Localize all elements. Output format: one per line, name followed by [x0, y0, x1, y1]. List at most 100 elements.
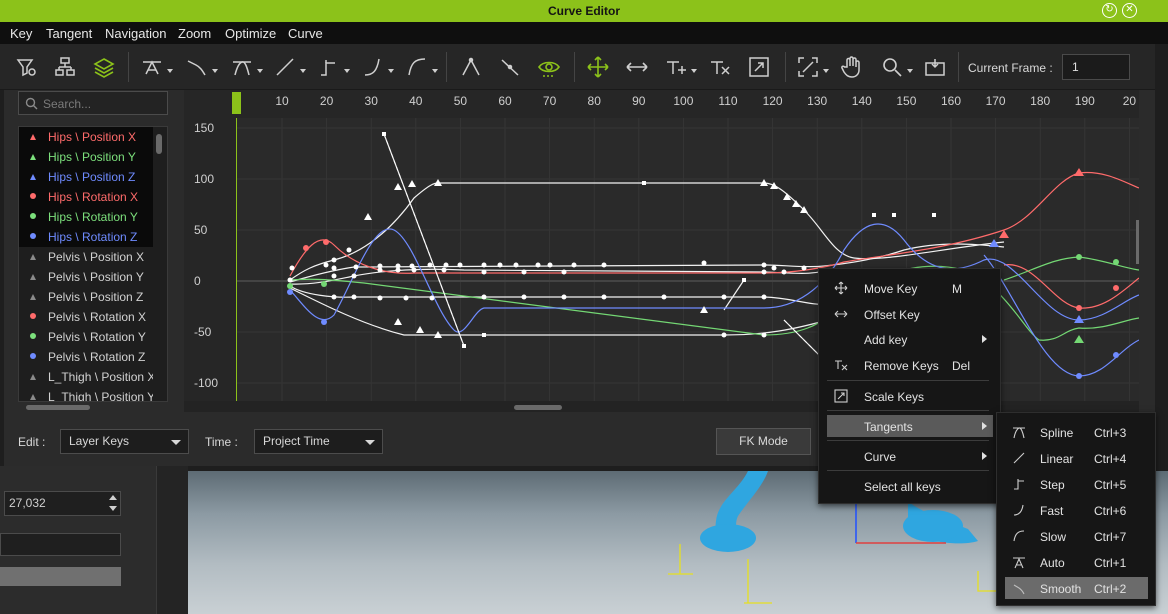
- tangent-step-icon[interactable]: [317, 55, 350, 79]
- property-slider[interactable]: [0, 567, 121, 586]
- submenu-arrow-icon: [982, 335, 987, 343]
- edit-select[interactable]: Layer Keys: [60, 429, 189, 454]
- menu-separator: [827, 440, 989, 441]
- add-key-icon[interactable]: [664, 55, 697, 79]
- track-list-hscroll[interactable]: [26, 405, 90, 410]
- break-tangent-icon[interactable]: [459, 55, 483, 79]
- track-row[interactable]: Hips \ Rotation Y: [19, 207, 153, 227]
- track-row[interactable]: Pelvis \ Position Y: [19, 267, 153, 287]
- value-tick-label: 150: [194, 121, 214, 135]
- track-row[interactable]: Pelvis \ Rotation Y: [19, 327, 153, 347]
- key-point: [481, 262, 487, 268]
- view-selected-icon[interactable]: [537, 55, 561, 79]
- key-point: [761, 294, 767, 300]
- tangent-fast-icon[interactable]: [361, 55, 394, 79]
- submenu-item-fast[interactable]: Fast Ctrl+6: [1005, 499, 1148, 521]
- submenu-item-step[interactable]: Step Ctrl+5: [1005, 473, 1148, 495]
- track-row[interactable]: L_Thigh \ Position X: [19, 367, 153, 387]
- menu-item-scale-keys[interactable]: Scale Keys: [827, 385, 993, 407]
- fit-view-icon[interactable]: [796, 55, 829, 79]
- spin-down-icon[interactable]: [109, 506, 117, 511]
- key-point: [481, 294, 487, 300]
- menu-item-offset-key[interactable]: Offset Key: [827, 303, 993, 325]
- remove-keys-icon[interactable]: [708, 55, 732, 79]
- value-spinbox[interactable]: 27,032: [4, 491, 121, 516]
- tangent-spline-icon[interactable]: [230, 55, 263, 79]
- restore-icon[interactable]: ↻: [1102, 3, 1117, 18]
- track-row[interactable]: Hips \ Position Y: [19, 147, 153, 167]
- track-row[interactable]: Pelvis \ Rotation X: [19, 307, 153, 327]
- menu-optimize[interactable]: Optimize: [225, 26, 276, 41]
- move-key-icon[interactable]: [586, 55, 610, 79]
- snapshot-icon[interactable]: [923, 55, 947, 79]
- menu-curve[interactable]: Curve: [288, 26, 323, 41]
- track-list[interactable]: Hips \ Position X Hips \ Position Y Hips \…: [18, 126, 168, 402]
- key-point: [601, 262, 607, 268]
- zoom-icon[interactable]: [880, 55, 913, 79]
- key-point: [1076, 254, 1082, 260]
- search-input[interactable]: Search...: [18, 91, 168, 115]
- key-point: [287, 283, 293, 289]
- submenu-item-label: Linear: [1040, 452, 1074, 466]
- layers-icon[interactable]: [92, 55, 116, 79]
- submenu-item-shortcut: Ctrl+2: [1094, 582, 1127, 596]
- key-point: [395, 267, 401, 273]
- menu-item-tangents[interactable]: Tangents: [827, 415, 993, 437]
- track-row[interactable]: Hips \ Rotation Z: [19, 227, 153, 247]
- menu-tangent[interactable]: Tangent: [46, 26, 92, 41]
- track-row[interactable]: Hips \ Rotation X: [19, 187, 153, 207]
- frame-tick-label: 30: [365, 94, 379, 108]
- unify-tangent-icon[interactable]: [498, 55, 522, 79]
- menu-item-add-key[interactable]: Add key: [827, 328, 993, 350]
- submenu-item-linear[interactable]: Linear Ctrl+4: [1005, 447, 1148, 469]
- key-point: [521, 269, 527, 275]
- track-row[interactable]: Pelvis \ Rotation Z: [19, 347, 153, 367]
- spin-arrows[interactable]: [106, 492, 121, 515]
- tangent-smooth-icon[interactable]: [185, 55, 218, 79]
- key-point: [1113, 259, 1119, 265]
- current-frame-input[interactable]: 1: [1062, 54, 1130, 80]
- submenu-item-slow[interactable]: Slow Ctrl+7: [1005, 525, 1148, 547]
- property-field[interactable]: [0, 533, 121, 556]
- time-label: Time :: [205, 435, 238, 449]
- key-point: [761, 269, 767, 275]
- track-list-vscroll[interactable]: [156, 134, 162, 154]
- spin-up-icon[interactable]: [109, 495, 117, 500]
- tangent-slow-icon[interactable]: [405, 55, 438, 79]
- tangent-linear-icon[interactable]: [273, 55, 306, 79]
- filter-icon[interactable]: [14, 55, 38, 79]
- track-label: Pelvis \ Position Z: [48, 290, 144, 304]
- hierarchy-icon[interactable]: [53, 55, 77, 79]
- track-row[interactable]: Hips \ Position Z: [19, 167, 153, 187]
- menu-item-select-all-keys[interactable]: Select all keys: [827, 475, 993, 497]
- submenu-item-spline[interactable]: Spline Ctrl+3: [1005, 421, 1148, 443]
- key-point: [377, 267, 383, 273]
- submenu-item-smooth[interactable]: Smooth Ctrl+2: [1005, 577, 1148, 599]
- key-point: [441, 267, 447, 273]
- track-row[interactable]: Hips \ Position X: [19, 127, 153, 147]
- submenu-item-shortcut: Ctrl+1: [1094, 556, 1127, 570]
- menu-navigation[interactable]: Navigation: [105, 26, 166, 41]
- tangent-auto-icon[interactable]: [140, 55, 173, 79]
- menu-item-move-key[interactable]: Move Key M: [827, 277, 993, 299]
- track-row[interactable]: Pelvis \ Position Z: [19, 287, 153, 307]
- frame-tick-label: 100: [673, 94, 693, 108]
- key-point: [1113, 352, 1119, 358]
- scale-keys-icon[interactable]: [747, 55, 771, 79]
- menu-zoom[interactable]: Zoom: [178, 26, 211, 41]
- menu-item-curve[interactable]: Curve: [827, 445, 993, 467]
- offset-key-icon[interactable]: [625, 55, 649, 79]
- menu-key[interactable]: Key: [10, 26, 32, 41]
- key-point: [351, 294, 357, 300]
- track-row[interactable]: L_Thigh \ Position Y: [19, 387, 153, 401]
- time-select[interactable]: Project Time: [254, 429, 383, 454]
- key-point: [481, 269, 487, 275]
- close-icon[interactable]: ✕: [1122, 3, 1137, 18]
- menu-item-remove-keys[interactable]: Remove Keys Del: [827, 354, 993, 376]
- fk-mode-button[interactable]: FK Mode: [716, 428, 811, 455]
- triangle-marker-icon: [30, 254, 36, 260]
- submenu-item-auto[interactable]: Auto Ctrl+1: [1005, 551, 1148, 573]
- pan-hand-icon[interactable]: [840, 55, 864, 79]
- panel-splitter[interactable]: [156, 466, 188, 614]
- track-row[interactable]: Pelvis \ Position X: [19, 247, 153, 267]
